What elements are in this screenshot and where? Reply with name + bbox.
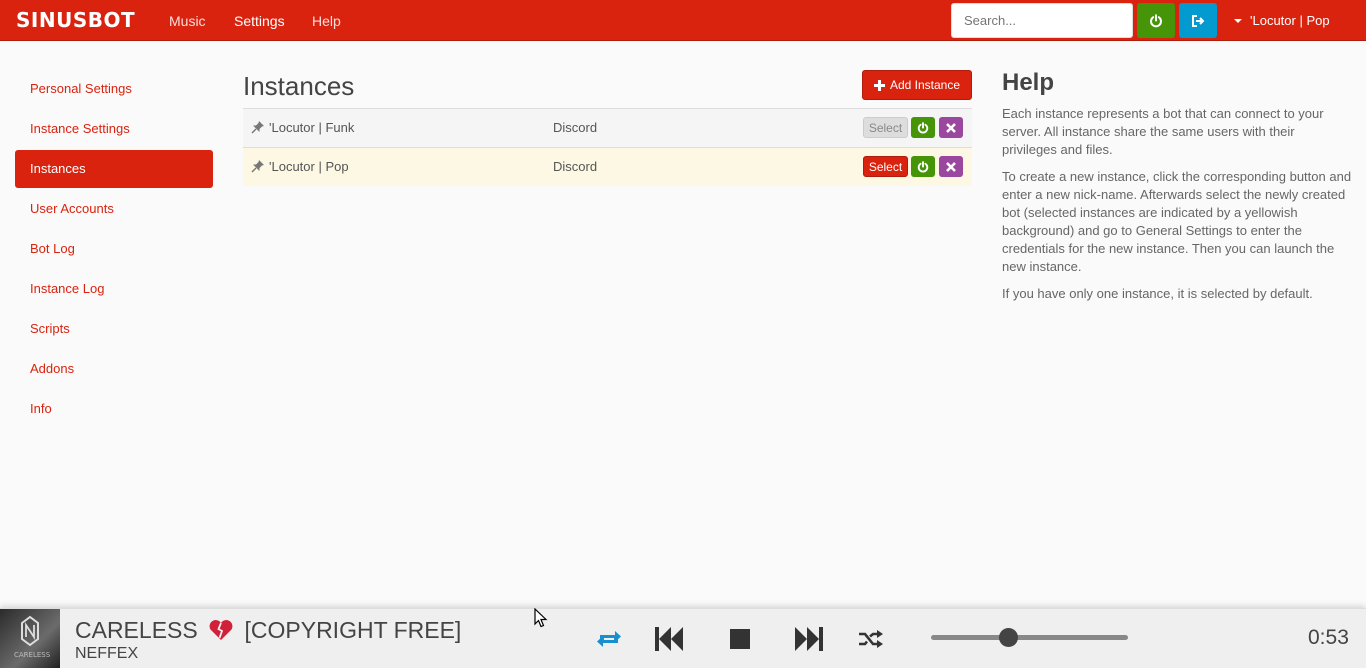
table-row: 'Locutor | Pop Discord Select <box>243 147 972 186</box>
nav-help[interactable]: Help <box>312 12 341 30</box>
logout-icon <box>1192 14 1205 27</box>
stop-button[interactable] <box>724 623 756 655</box>
plus-icon <box>873 79 885 91</box>
track-title: CARELESS [COPYRIGHT FREE] <box>75 617 462 643</box>
select-button[interactable]: Select <box>863 156 908 177</box>
sidebar-item-scripts[interactable]: Scripts <box>15 310 213 348</box>
power-button[interactable] <box>1137 3 1175 38</box>
sidebar-item-personal-settings[interactable]: Personal Settings <box>15 70 213 108</box>
pin-icon[interactable] <box>251 120 265 134</box>
search-input[interactable] <box>951 3 1133 38</box>
power-icon <box>917 160 929 172</box>
repeat-button[interactable] <box>593 623 625 655</box>
instance-type: Discord <box>553 159 598 174</box>
track-artist[interactable]: NEFFEX <box>75 645 138 663</box>
shuffle-button[interactable] <box>855 623 887 655</box>
sidebar-item-user-accounts[interactable]: User Accounts <box>15 190 213 228</box>
delete-button[interactable] <box>939 156 963 177</box>
sidebar-item-instance-settings[interactable]: Instance Settings <box>15 110 213 148</box>
add-instance-label: Add Instance <box>889 78 961 92</box>
close-icon <box>946 161 956 172</box>
music-player: CARELESS CARELESS [COPYRIGHT FREE] NEFFE… <box>0 608 1366 668</box>
brand-logo[interactable]: SINUSBOT <box>16 8 135 32</box>
select-button[interactable]: Select <box>863 117 908 138</box>
pin-icon[interactable] <box>251 159 265 173</box>
power-button[interactable] <box>911 117 935 138</box>
instances-table: 'Locutor | Funk Discord Select 'Locutor … <box>243 108 972 186</box>
current-instance-label: 'Locutor | Pop <box>1250 13 1330 28</box>
next-icon <box>795 627 823 651</box>
page-title: Instances <box>243 71 355 101</box>
repeat-icon <box>597 631 621 647</box>
nav-music[interactable]: Music <box>169 12 206 30</box>
table-row: 'Locutor | Funk Discord Select <box>243 108 972 147</box>
help-title: Help <box>1002 69 1055 96</box>
help-paragraph: If you have only one instance, it is sel… <box>1002 286 1313 301</box>
close-icon <box>946 122 956 133</box>
logout-button[interactable] <box>1179 3 1217 38</box>
instance-type: Discord <box>553 120 598 135</box>
album-cover[interactable]: CARELESS <box>0 609 60 668</box>
nav-settings[interactable]: Settings <box>234 12 285 30</box>
add-instance-button[interactable]: Add Instance <box>862 70 972 100</box>
next-button[interactable] <box>793 623 825 655</box>
volume-slider[interactable] <box>931 628 1128 647</box>
previous-icon <box>655 627 683 651</box>
stop-icon <box>730 629 750 649</box>
neffex-logo-icon <box>21 615 39 647</box>
instance-name: 'Locutor | Pop <box>269 159 349 174</box>
mouse-cursor-icon <box>534 608 548 628</box>
sidebar-item-instance-log[interactable]: Instance Log <box>15 270 213 308</box>
previous-button[interactable] <box>653 623 685 655</box>
top-navbar: SINUSBOT Music Settings Help 'Locutor | … <box>0 0 1366 41</box>
power-button[interactable] <box>911 156 935 177</box>
cover-text: CARELESS <box>14 651 51 659</box>
help-paragraph: To create a new instance, click the corr… <box>1002 169 1352 274</box>
sidebar-item-info[interactable]: Info <box>15 390 213 428</box>
broken-heart-icon <box>209 620 233 640</box>
sidebar-item-addons[interactable]: Addons <box>15 350 213 388</box>
volume-slider-handle[interactable] <box>998 628 1018 647</box>
instance-name: 'Locutor | Funk <box>269 120 355 135</box>
delete-button[interactable] <box>939 117 963 138</box>
power-icon <box>1150 13 1162 27</box>
sidebar-item-instances[interactable]: Instances <box>15 150 213 188</box>
power-icon <box>917 121 929 133</box>
instance-dropdown[interactable]: 'Locutor | Pop <box>1234 12 1330 30</box>
help-paragraph: Each instance represents a bot that can … <box>1002 106 1324 157</box>
sidebar-item-bot-log[interactable]: Bot Log <box>15 230 213 268</box>
playback-time: 0:53 <box>1308 626 1349 649</box>
caret-down-icon <box>1234 19 1242 23</box>
shuffle-icon <box>859 630 883 648</box>
